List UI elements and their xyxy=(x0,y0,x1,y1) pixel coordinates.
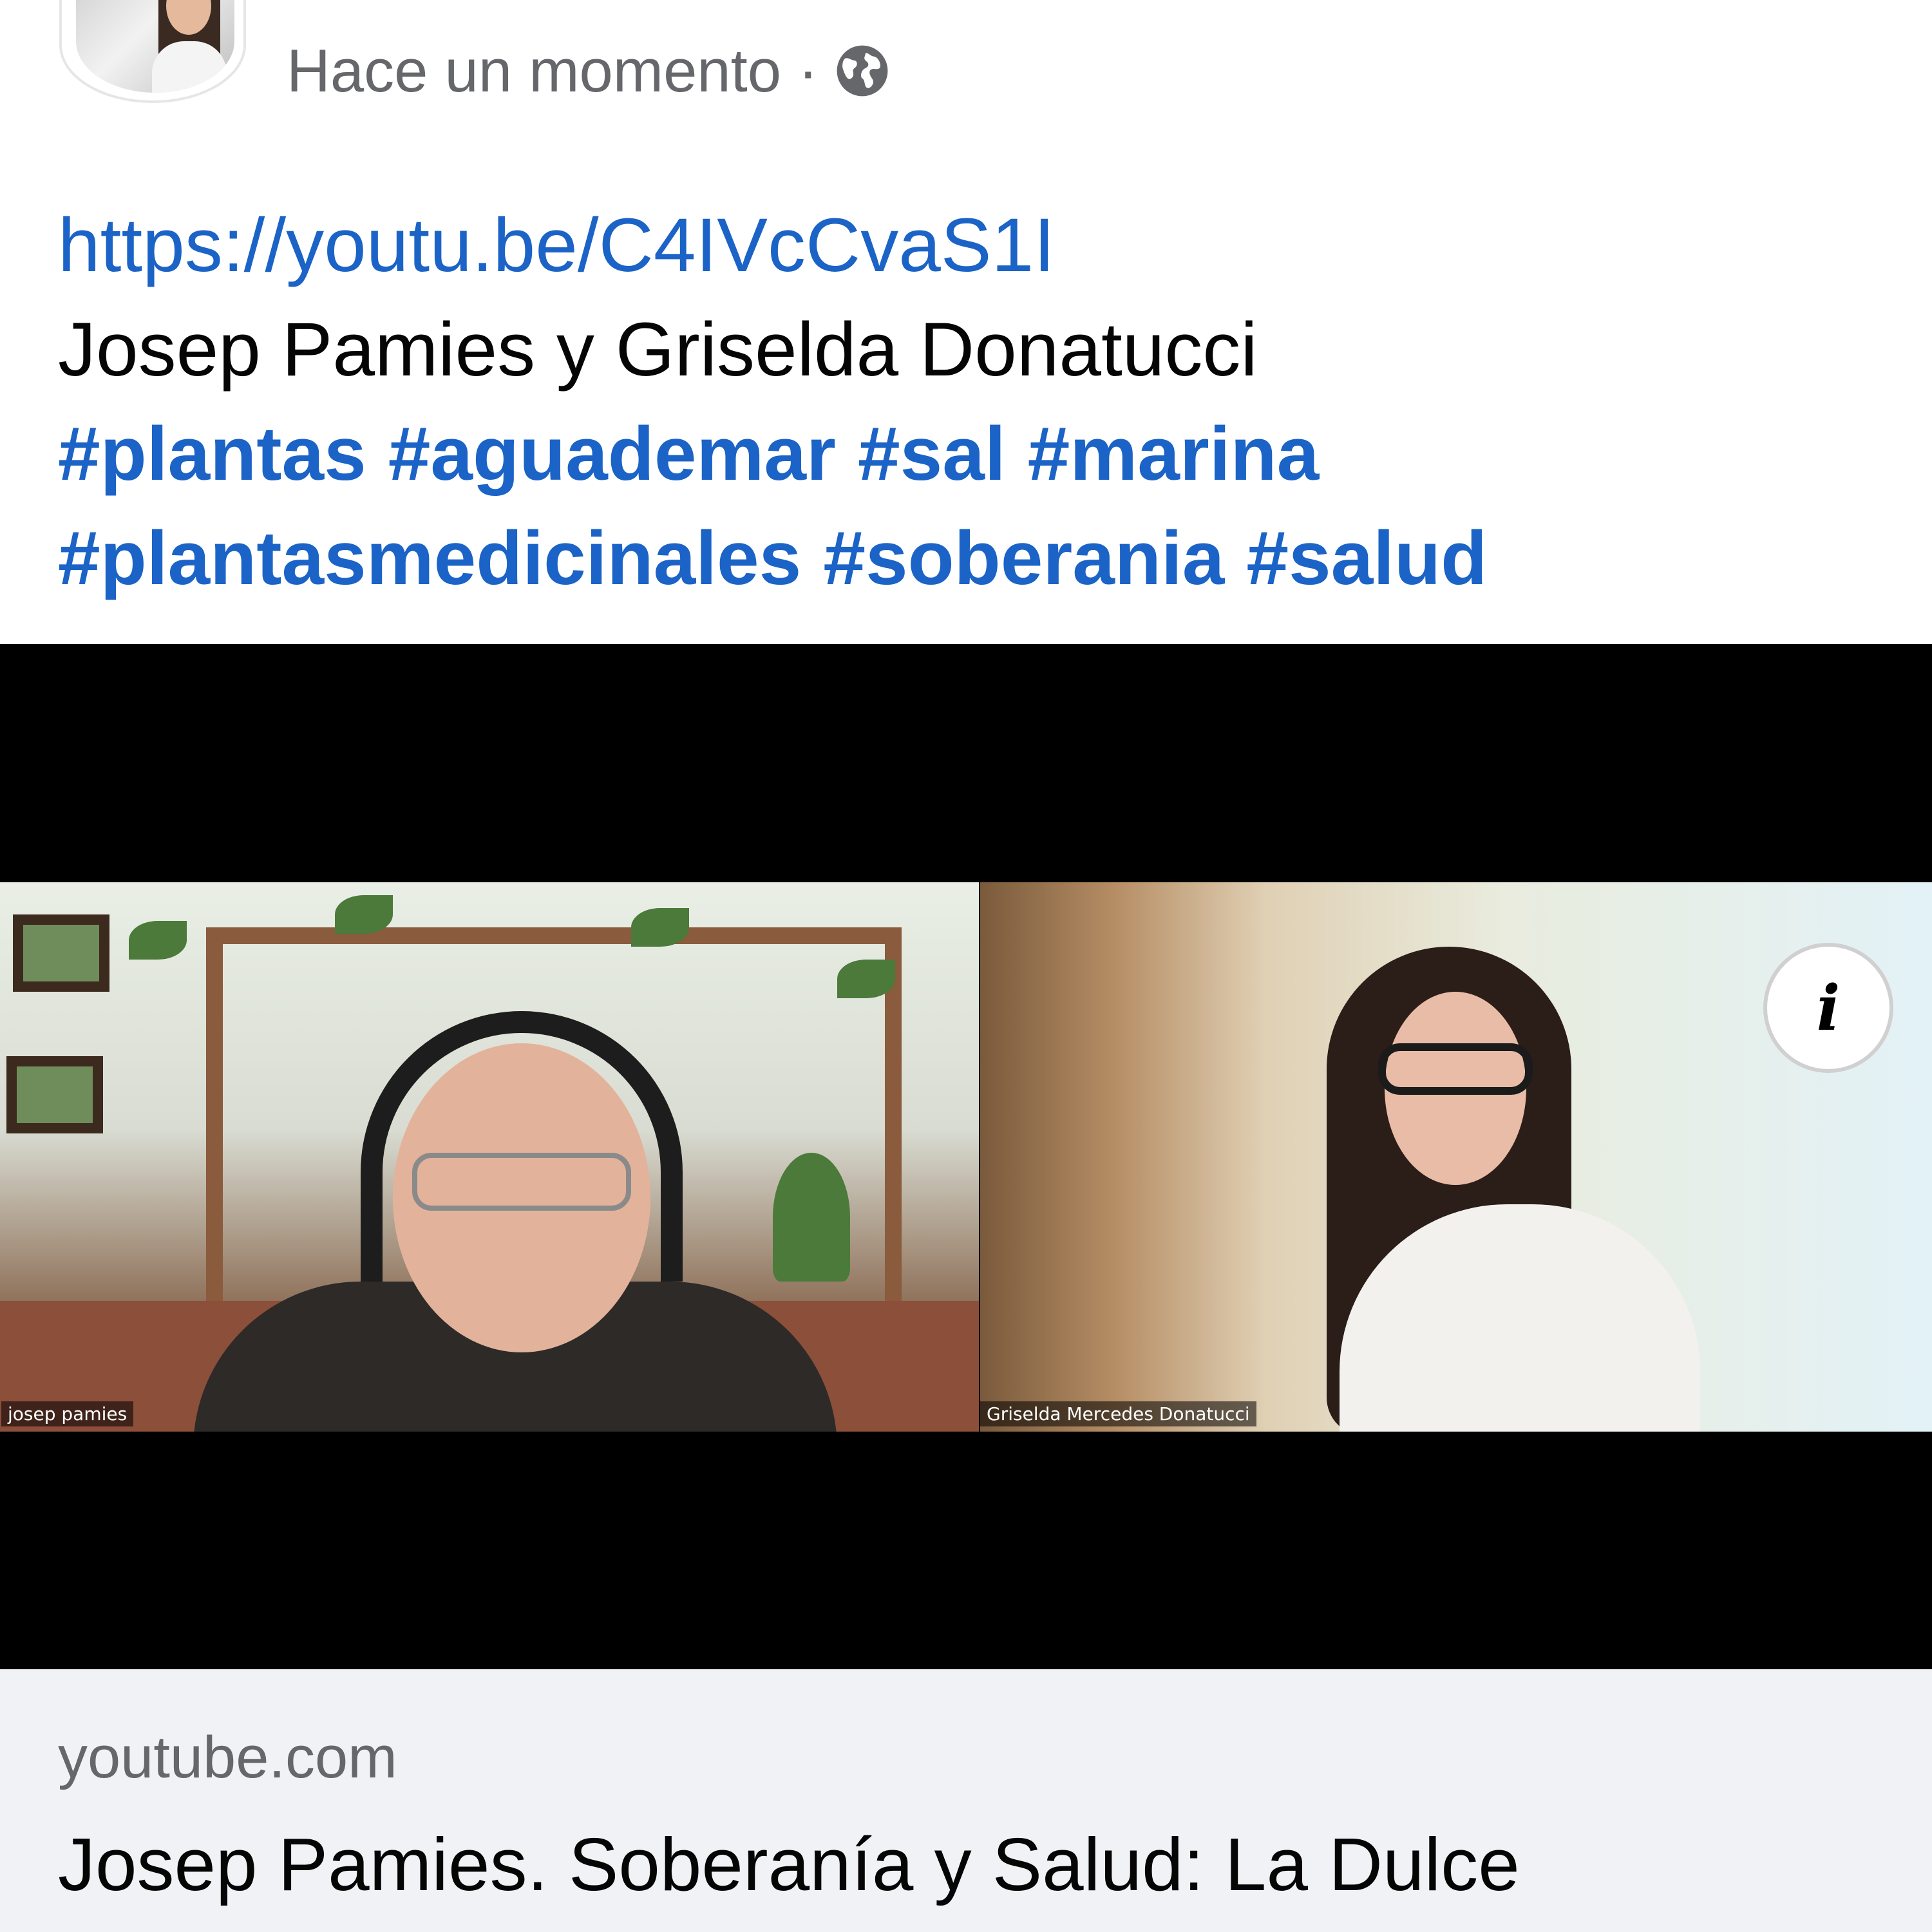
post-timestamp[interactable]: Hace un momento xyxy=(287,36,781,106)
participant-tile-left: josep pamies xyxy=(0,882,979,1432)
author-avatar[interactable] xyxy=(59,0,246,103)
hashtag-plantasmedicinales[interactable]: #plantasmedicinales xyxy=(58,516,801,601)
participant-name-right: Griselda Mercedes Donatucci xyxy=(980,1401,1256,1426)
hashtag-sal[interactable]: #sal xyxy=(858,412,1006,497)
hashtag-soberania[interactable]: #soberania xyxy=(823,516,1224,601)
facebook-post: Hace un momento · https://youtu.be/C4IVc… xyxy=(0,0,1932,1932)
hashtags-line-2: #plantasmedicinales #soberania #salud xyxy=(58,506,1893,611)
info-icon-label: i xyxy=(1816,971,1841,1045)
hashtag-plantas[interactable]: #plantas xyxy=(58,412,366,497)
hashtag-marina[interactable]: #marina xyxy=(1028,412,1320,497)
plant-leaf xyxy=(837,960,895,998)
plant-leaf xyxy=(129,921,187,960)
post-text: https://youtu.be/C4IVcCvaS1I Josep Pamie… xyxy=(58,193,1893,611)
hashtags-line-1: #plantas #aguademar #sal #marina xyxy=(58,402,1893,506)
video-thumbnail[interactable]: josep pamies Griselda Mercedes Donatucci xyxy=(0,644,1932,1669)
link-domain: youtube.com xyxy=(58,1725,397,1790)
plant-leaf xyxy=(335,895,393,934)
link-preview-card[interactable]: youtube.com Josep Pamies. Soberanía y Sa… xyxy=(0,1669,1932,1932)
post-url-link[interactable]: https://youtu.be/C4IVcCvaS1I xyxy=(58,203,1055,288)
post-description: Josep Pamies y Griselda Donatucci xyxy=(58,307,1258,392)
globe-icon[interactable] xyxy=(835,43,890,99)
info-icon[interactable]: i xyxy=(1763,943,1893,1073)
potted-plant xyxy=(773,1153,850,1282)
avatar-photo xyxy=(76,0,234,93)
hashtag-aguademar[interactable]: #aguademar xyxy=(388,412,836,497)
wall-picture xyxy=(13,914,109,992)
post-meta: Hace un momento · xyxy=(287,35,890,106)
plant-leaf xyxy=(631,908,689,947)
woman-glasses xyxy=(1378,1043,1533,1095)
participant-name-left: josep pamies xyxy=(1,1401,134,1426)
post-link-line: https://youtu.be/C4IVcCvaS1I xyxy=(58,193,1893,298)
hashtag-salud[interactable]: #salud xyxy=(1246,516,1487,601)
meta-separator: · xyxy=(798,37,819,104)
link-title[interactable]: Josep Pamies. Soberanía y Salud: La Dulc… xyxy=(58,1812,1797,1932)
wall-picture xyxy=(6,1056,103,1133)
